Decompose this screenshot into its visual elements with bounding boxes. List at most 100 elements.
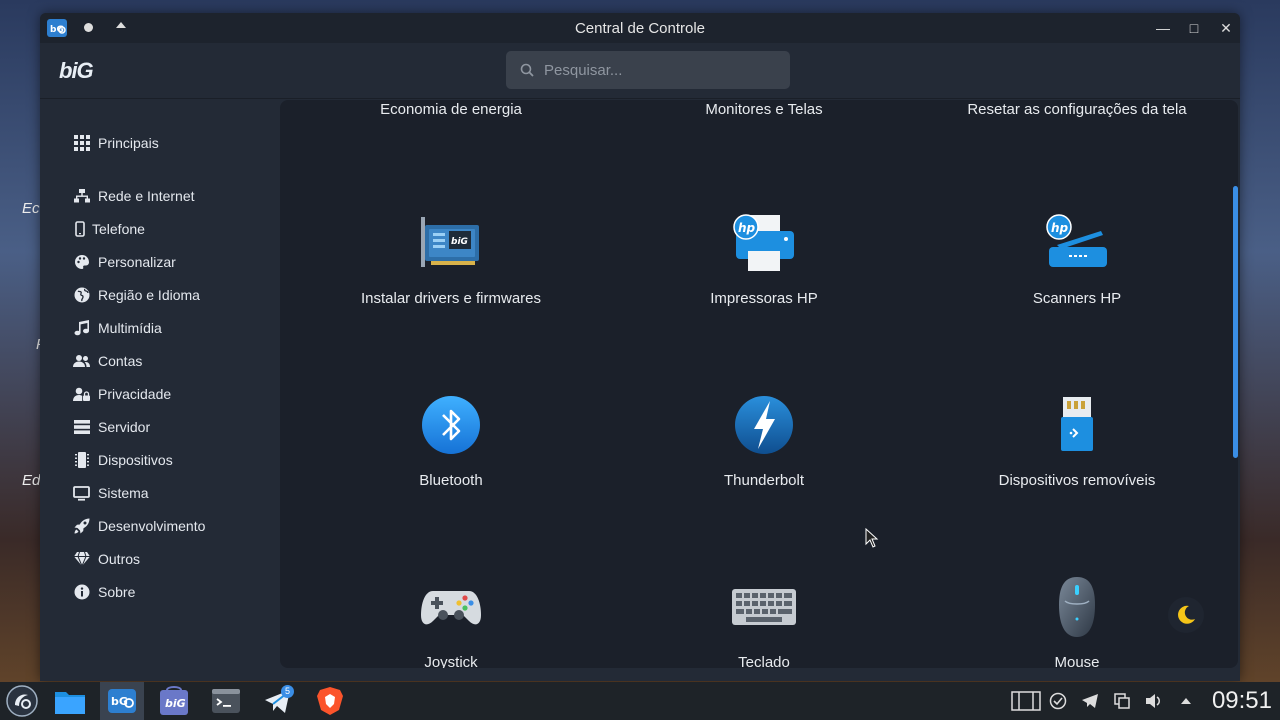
taskbar-file-manager[interactable]: [48, 682, 92, 720]
taskbar: bG biG 5 09:51: [0, 682, 1280, 720]
user-lock-icon: [73, 386, 90, 402]
svg-text:hp: hp: [738, 221, 756, 235]
sidebar-item-personalizar[interactable]: Personalizar: [73, 250, 176, 274]
tile-label: Instalar drivers e firmwares: [360, 290, 542, 307]
tile-dispositivos-removiveis[interactable]: Dispositivos removíveis: [927, 393, 1227, 490]
tile-label: Monitores e Telas: [705, 101, 823, 118]
chip-icon: [73, 452, 90, 468]
sidebar-item-label: Telefone: [92, 221, 145, 237]
settings-grid: Economia de energia Monitores e Telas Re…: [280, 100, 1238, 668]
sidebar-item-label: Principais: [98, 135, 159, 151]
tile-label: Resetar as configurações da tela: [967, 101, 1187, 118]
search-box[interactable]: [506, 51, 790, 89]
sidebar-item-multimidia[interactable]: Multimídia: [73, 316, 162, 340]
control-center-window: bG Central de Controle — □ ✕ biG Princip…: [40, 13, 1240, 681]
sidebar-item-outros[interactable]: Outros: [73, 547, 140, 571]
control-center-app-icon: bG: [108, 689, 136, 713]
shade-up-icon[interactable]: [116, 22, 126, 28]
taskbar-terminal[interactable]: [204, 682, 248, 720]
gem-icon: [73, 551, 90, 567]
window-title: Central de Controle: [574, 19, 706, 37]
desktop-text-fragment: Ec: [22, 200, 40, 217]
sidebar-item-label: Privacidade: [98, 386, 172, 402]
header-bar: biG: [40, 43, 1240, 99]
folder-icon: [55, 692, 85, 714]
tile-instalar-drivers[interactable]: biG Instalar drivers e firmwares: [301, 211, 601, 308]
big-store-icon: biG: [160, 686, 188, 715]
sidebar-item-principais[interactable]: Principais: [73, 131, 159, 155]
tile-label: Dispositivos removíveis: [998, 472, 1156, 489]
minimize-button[interactable]: —: [1156, 20, 1170, 36]
svg-text:biG: biG: [165, 697, 186, 710]
tile-label: Bluetooth: [419, 472, 483, 489]
taskbar-control-center[interactable]: bG: [100, 682, 144, 720]
rocket-icon: [73, 518, 90, 534]
moon-icon: [1178, 605, 1195, 624]
tray-network[interactable]: [1106, 692, 1138, 710]
control-center-app-icon: bG: [47, 19, 67, 37]
tile-resetar-tela[interactable]: Resetar as configurações da tela: [927, 100, 1227, 119]
hp-scanner-icon: hp: [1046, 214, 1107, 267]
tile-label: Mouse: [1054, 654, 1100, 668]
taskbar-brave[interactable]: [308, 682, 352, 720]
taskbar-telegram[interactable]: 5: [256, 682, 300, 720]
tile-bluetooth[interactable]: Bluetooth: [301, 393, 601, 490]
dark-mode-toggle[interactable]: [1168, 597, 1204, 633]
sidebar-item-label: Sobre: [98, 584, 136, 600]
scrollbar[interactable]: [1233, 100, 1238, 668]
sidebar-item-label: Personalizar: [98, 254, 176, 270]
tray-workspaces[interactable]: [1010, 690, 1042, 712]
tile-joystick[interactable]: Joystick: [301, 575, 601, 668]
phone-icon: [73, 221, 86, 237]
tile-thunderbolt[interactable]: Thunderbolt: [614, 393, 914, 490]
sidebar-item-servidor[interactable]: Servidor: [73, 415, 150, 439]
keyboard-icon: [732, 589, 796, 625]
grid-icon: [73, 135, 90, 151]
maximize-button[interactable]: □: [1188, 20, 1200, 36]
sidebar-item-privacidade[interactable]: Privacidade: [73, 382, 171, 406]
sidebar-item-label: Dispositivos: [98, 452, 173, 468]
sidebar-item-dispositivos[interactable]: Dispositivos: [73, 448, 173, 472]
tile-label: Teclado: [738, 654, 790, 668]
usb-drive-icon: [1061, 397, 1093, 451]
sidebar-item-regiao[interactable]: Região e Idioma: [73, 283, 200, 307]
scrollbar-thumb[interactable]: [1233, 186, 1238, 458]
tile-monitores-telas[interactable]: Monitores e Telas: [614, 100, 914, 119]
search-input[interactable]: [544, 61, 764, 79]
svg-text:hp: hp: [1051, 221, 1069, 235]
tile-teclado[interactable]: Teclado: [614, 575, 914, 668]
tray-telegram[interactable]: [1074, 693, 1106, 709]
users-icon: [73, 353, 90, 369]
taskbar-launcher-button[interactable]: [0, 682, 44, 720]
taskbar-big-store[interactable]: biG: [152, 682, 196, 720]
sidebar-item-telefone[interactable]: Telefone: [73, 217, 145, 241]
close-button[interactable]: ✕: [1220, 20, 1232, 37]
tile-label: Thunderbolt: [723, 472, 805, 489]
tray-volume[interactable]: [1138, 693, 1170, 709]
tile-label: Scanners HP: [1032, 290, 1122, 307]
brave-browser-icon: [317, 687, 343, 715]
sidebar-item-desenvolvimento[interactable]: Desenvolvimento: [73, 514, 205, 538]
sidebar-item-rede[interactable]: Rede e Internet: [73, 184, 195, 208]
mouse-cursor-icon: [865, 528, 879, 548]
svg-text:biG: biG: [451, 237, 468, 247]
sidebar-item-label: Contas: [98, 353, 143, 369]
keep-on-top-button[interactable]: [84, 23, 93, 32]
sidebar-item-label: Multimídia: [98, 320, 162, 336]
sidebar-item-contas[interactable]: Contas: [73, 349, 142, 373]
titlebar[interactable]: bG Central de Controle — □ ✕: [40, 13, 1240, 43]
driver-card-icon: biG: [421, 217, 479, 267]
terminal-icon: [212, 689, 240, 713]
workspace-icon: [1011, 691, 1041, 711]
sidebar-item-sistema[interactable]: Sistema: [73, 481, 149, 505]
sidebar: Principais Rede e Internet Telefone Pers…: [40, 99, 280, 681]
gamepad-icon: [421, 591, 481, 625]
tile-impressoras-hp[interactable]: hp Impressoras HP: [614, 211, 914, 308]
tray-expand[interactable]: [1170, 697, 1202, 705]
taskbar-clock[interactable]: 09:51: [1212, 687, 1272, 715]
tile-economia-energia[interactable]: Economia de energia: [301, 100, 601, 119]
notification-badge: 5: [281, 685, 294, 698]
tile-scanners-hp[interactable]: hp Scanners HP: [927, 211, 1227, 308]
sidebar-item-sobre[interactable]: Sobre: [73, 580, 135, 604]
tray-updates[interactable]: [1042, 692, 1074, 710]
